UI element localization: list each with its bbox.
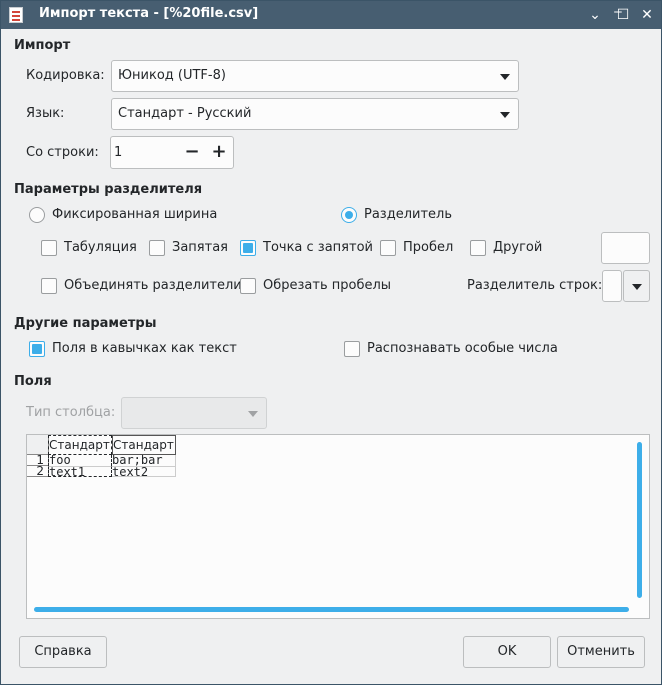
ok-button[interactable]: OK: [463, 636, 551, 668]
string-delimiter-label: Разделитель строк:: [467, 278, 603, 293]
quoted-as-text-checkbox[interactable]: [29, 341, 45, 357]
table-cell: bar;bar: [112, 455, 176, 466]
cancel-button[interactable]: Отменить: [557, 636, 645, 668]
separated-label[interactable]: Разделитель: [364, 207, 452, 222]
horizontal-scrollbar[interactable]: [34, 607, 629, 612]
space-label[interactable]: Пробел: [403, 240, 453, 255]
encoding-combobox[interactable]: Юникод (UTF-8): [111, 60, 519, 92]
column-type-combobox[interactable]: [121, 397, 267, 429]
from-row-value[interactable]: 1: [114, 145, 122, 160]
fields-preview[interactable]: Стандарт Стандарт 1 foo bar;bar 2 text1 …: [26, 434, 650, 619]
fixed-width-label[interactable]: Фиксированная ширина: [52, 207, 217, 222]
comma-label[interactable]: Запятая: [172, 240, 228, 255]
semicolon-checkbox[interactable]: [240, 240, 256, 256]
row-number: 2: [27, 466, 49, 477]
semicolon-label[interactable]: Точка с запятой: [263, 240, 373, 255]
quoted-as-text-label[interactable]: Поля в кавычках как текст: [52, 341, 237, 356]
language-combobox[interactable]: Стандарт - Русский: [111, 98, 519, 130]
column-header[interactable]: Стандарт: [48, 435, 112, 455]
chevron-down-icon[interactable]: ⌄: [585, 5, 605, 25]
other-checkbox[interactable]: [470, 240, 486, 256]
from-row-spinbox[interactable]: 1 − +: [110, 136, 234, 169]
language-value: Стандарт - Русский: [118, 106, 252, 121]
comma-checkbox[interactable]: [149, 240, 165, 256]
decrement-button[interactable]: −: [180, 141, 204, 165]
chevron-down-icon: [632, 284, 642, 290]
other-label[interactable]: Другой: [493, 240, 542, 255]
import-section-title: Импорт: [14, 38, 71, 53]
merge-delimiters-checkbox[interactable]: [41, 278, 57, 294]
language-label: Язык:: [26, 106, 65, 121]
separated-radio[interactable]: [341, 207, 357, 223]
maximize-icon[interactable]: ☐: [613, 5, 633, 25]
calc-app-icon: [9, 7, 23, 23]
trim-spaces-checkbox[interactable]: [240, 278, 256, 294]
window-title: Импорт текста - [%20file.csv]: [39, 6, 259, 21]
tab-checkbox[interactable]: [41, 240, 57, 256]
title-bar[interactable]: Импорт текста - [%20file.csv] ⌄ ‒ ☐ ✕: [1, 1, 661, 29]
other-options-section-title: Другие параметры: [14, 316, 157, 331]
increment-button[interactable]: +: [207, 141, 231, 165]
help-button[interactable]: Справка: [19, 636, 107, 668]
chevron-down-icon: [500, 112, 510, 118]
detect-special-numbers-label[interactable]: Распознавать особые числа: [367, 341, 558, 356]
chevron-down-icon: [248, 411, 258, 417]
string-delimiter-dropdown[interactable]: [623, 270, 650, 302]
fields-section-title: Поля: [14, 374, 52, 389]
column-type-label: Тип столбца:: [26, 405, 116, 420]
other-separator-input[interactable]: [601, 232, 650, 264]
row-number: 1: [27, 455, 49, 466]
chevron-down-icon: [500, 74, 510, 80]
merge-delimiters-label[interactable]: Объединять разделители: [64, 278, 242, 293]
tab-label[interactable]: Табуляция: [64, 240, 137, 255]
string-delimiter-input[interactable]: [602, 270, 622, 302]
close-icon[interactable]: ✕: [637, 5, 657, 25]
from-row-label: Со строки:: [26, 145, 99, 160]
space-checkbox[interactable]: [380, 240, 396, 256]
table-cell: text2: [112, 466, 176, 477]
fixed-width-radio[interactable]: [29, 207, 45, 223]
table-cell: text1: [48, 466, 112, 477]
corner-cell: [27, 435, 49, 455]
encoding-label: Кодировка:: [26, 68, 105, 83]
column-header[interactable]: Стандарт: [112, 435, 176, 455]
import-text-dialog: Импорт текста - [%20file.csv] ⌄ ‒ ☐ ✕ Им…: [0, 0, 662, 685]
table-cell: foo: [48, 455, 112, 466]
separator-section-title: Параметры разделителя: [14, 182, 203, 197]
trim-spaces-label[interactable]: Обрезать пробелы: [263, 278, 391, 293]
vertical-scrollbar[interactable]: [637, 442, 642, 598]
detect-special-numbers-checkbox[interactable]: [344, 341, 360, 357]
encoding-value: Юникод (UTF-8): [118, 68, 226, 83]
